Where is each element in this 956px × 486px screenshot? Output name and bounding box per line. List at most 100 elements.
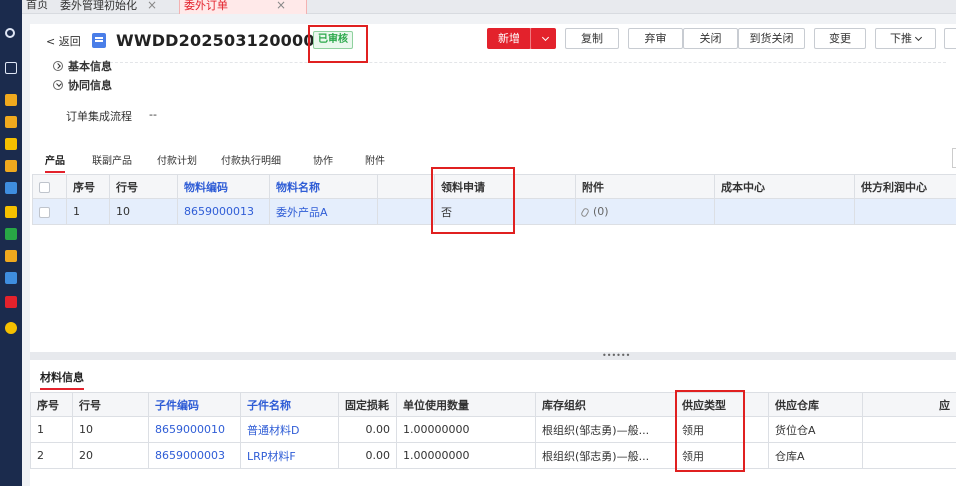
chevron-down-icon xyxy=(541,33,549,42)
col-seq: 序号 xyxy=(30,392,73,417)
cell-unit-qty[interactable]: 1.00000000 xyxy=(396,442,536,469)
select-all-checkbox[interactable] xyxy=(32,174,67,199)
module-icon-9[interactable] xyxy=(5,272,17,284)
collab-info-toggle[interactable]: 协同信息 xyxy=(53,77,112,93)
col-component-code[interactable]: 子件编码 xyxy=(148,392,241,417)
col-component-name[interactable]: 子件名称 xyxy=(240,392,339,417)
tab-co-products[interactable]: 联副产品 xyxy=(92,152,132,167)
arrival-close-button-label: 到货关闭 xyxy=(749,32,794,45)
tab-outsource-init[interactable]: 委外管理初始化 × xyxy=(56,0,196,14)
col-fixed-loss: 固定损耗 xyxy=(338,392,397,417)
pane-splitter[interactable]: •••••• xyxy=(30,352,956,360)
tab-attachments[interactable]: 附件 xyxy=(365,152,385,167)
module-icon-3[interactable] xyxy=(5,138,17,150)
module-icon-7[interactable] xyxy=(5,228,17,240)
cell-component-code[interactable]: 8659000003 xyxy=(148,442,241,469)
checkbox-icon xyxy=(39,181,50,193)
more-button[interactable] xyxy=(944,28,956,49)
cell-unit-qty[interactable]: 1.00000000 xyxy=(396,416,536,443)
cell-supply-warehouse[interactable]: 货位仓A xyxy=(768,416,863,443)
product-table: 序号 行号 物料编码 物料名称 领料申请 附件 成本中心 供方利润中心 1 10… xyxy=(32,174,956,225)
col-supply-warehouse: 供应仓库 xyxy=(768,392,863,417)
cell-supply-type[interactable]: 领用 xyxy=(675,416,769,443)
module-icon-4[interactable] xyxy=(5,160,17,172)
cell-stock-org[interactable]: 根组织(邹志勇)—般... xyxy=(535,442,676,469)
close-icon[interactable]: × xyxy=(147,0,157,12)
col-material-code[interactable]: 物料编码 xyxy=(177,174,270,199)
cell-component-name[interactable]: LRP材料F xyxy=(240,442,339,469)
document-icon xyxy=(92,33,106,48)
tab-label: 委外管理初始化 xyxy=(60,0,137,12)
close-button[interactable]: 关闭 xyxy=(683,28,738,49)
basic-info-toggle[interactable]: 基本信息 xyxy=(53,58,112,74)
tab-payment-plan[interactable]: 付款计划 xyxy=(157,152,197,167)
cell-pick-request[interactable]: 否 xyxy=(434,198,576,225)
cell-profit-center[interactable] xyxy=(854,198,956,225)
cell-line: 20 xyxy=(72,442,149,469)
cell-line: 10 xyxy=(109,198,178,225)
back-link[interactable]: < 返回 xyxy=(46,33,81,49)
drag-handle-icon[interactable]: •••••• xyxy=(602,352,630,360)
abandon-review-button[interactable]: 弃审 xyxy=(628,28,683,49)
cell-seq: 2 xyxy=(30,442,73,469)
change-button[interactable]: 变更 xyxy=(814,28,866,49)
col-pick-request: 领料申请 xyxy=(434,174,576,199)
push-down-button-label: 下推 xyxy=(890,32,912,45)
module-icon-1[interactable] xyxy=(5,94,17,106)
detail-tabs: 产品 联副产品 付款计划 付款执行明细 协作 附件 xyxy=(30,148,956,173)
module-icon-8[interactable] xyxy=(5,250,17,262)
material-section: 材料信息 序号 行号 子件编码 子件名称 固定损耗 单位使用数量 库存组织 供应… xyxy=(30,360,956,486)
tab-outsource-order[interactable]: 委外订单 × xyxy=(179,0,307,14)
cell-material-name[interactable]: 委外产品A xyxy=(269,198,378,225)
row-checkbox[interactable] xyxy=(32,198,67,225)
module-icon-10[interactable] xyxy=(5,296,17,308)
cell-supply-warehouse[interactable]: 仓库A xyxy=(768,442,863,469)
new-button[interactable]: 新增 xyxy=(487,28,531,49)
col-attachment: 附件 xyxy=(575,174,715,199)
page-header: < 返回 WWDD20250312000002 已审核 新增 复制 弃审 关闭 … xyxy=(30,24,956,60)
material-title[interactable]: 材料信息 xyxy=(40,369,84,390)
col-supply-type: 供应类型 xyxy=(675,392,769,417)
cell-attachment[interactable]: (0) xyxy=(575,198,715,225)
tab-products[interactable]: 产品 xyxy=(45,152,65,173)
module-icon-6[interactable] xyxy=(5,206,17,218)
cell-fixed-loss[interactable]: 0.00 xyxy=(338,442,397,469)
cell-component-code[interactable]: 8659000010 xyxy=(148,416,241,443)
push-down-button[interactable]: 下推 xyxy=(875,28,936,49)
col-profit-center: 供方利润中心 xyxy=(854,174,956,199)
cell-line: 10 xyxy=(72,416,149,443)
module-icon-5[interactable] xyxy=(5,182,17,194)
module-icon-11[interactable] xyxy=(5,322,17,334)
tab-payment-detail[interactable]: 付款执行明细 xyxy=(221,152,281,167)
col-blank xyxy=(377,174,435,199)
col-cost-center: 成本中心 xyxy=(714,174,855,199)
close-icon[interactable]: × xyxy=(276,0,286,12)
home-icon[interactable] xyxy=(5,62,17,74)
checkbox-icon xyxy=(39,206,50,218)
new-dropdown-button[interactable] xyxy=(530,28,556,49)
basic-info-label: 基本信息 xyxy=(68,60,112,73)
col-material-name[interactable]: 物料名称 xyxy=(269,174,378,199)
cell-truncated xyxy=(862,416,956,443)
search-icon[interactable] xyxy=(5,28,15,38)
cell-material-code[interactable]: 8659000013 xyxy=(177,198,270,225)
module-icon-2[interactable] xyxy=(5,116,17,128)
table-header-row: 序号 行号 子件编码 子件名称 固定损耗 单位使用数量 库存组织 供应类型 供应… xyxy=(30,392,956,417)
table-row[interactable]: 1 10 8659000013 委外产品A 否 (0) xyxy=(32,198,956,225)
divider xyxy=(100,62,946,63)
table-row[interactable]: 1 10 8659000010 普通材料D 0.00 1.00000000 根组… xyxy=(30,416,956,443)
cell-fixed-loss[interactable]: 0.00 xyxy=(338,416,397,443)
tab-collaboration[interactable]: 协作 xyxy=(313,152,333,167)
arrival-close-button[interactable]: 到货关闭 xyxy=(738,28,805,49)
copy-button[interactable]: 复制 xyxy=(565,28,619,49)
cell-component-name[interactable]: 普通材料D xyxy=(240,416,339,443)
flow-value: -- xyxy=(149,108,157,121)
column-settings-button[interactable] xyxy=(952,148,956,168)
cell-cost-center[interactable] xyxy=(714,198,855,225)
table-row[interactable]: 2 20 8659000003 LRP材料F 0.00 1.00000000 根… xyxy=(30,442,956,469)
cell-supply-type[interactable]: 领用 xyxy=(675,442,769,469)
cell-stock-org[interactable]: 根组织(邹志勇)—般... xyxy=(535,416,676,443)
product-section: 基本信息 协同信息 订单集成流程 -- 产品 联副产品 付款计划 付款执行明细 … xyxy=(30,60,956,352)
table-header-row: 序号 行号 物料编码 物料名称 领料申请 附件 成本中心 供方利润中心 xyxy=(32,174,956,199)
col-stock-org: 库存组织 xyxy=(535,392,676,417)
